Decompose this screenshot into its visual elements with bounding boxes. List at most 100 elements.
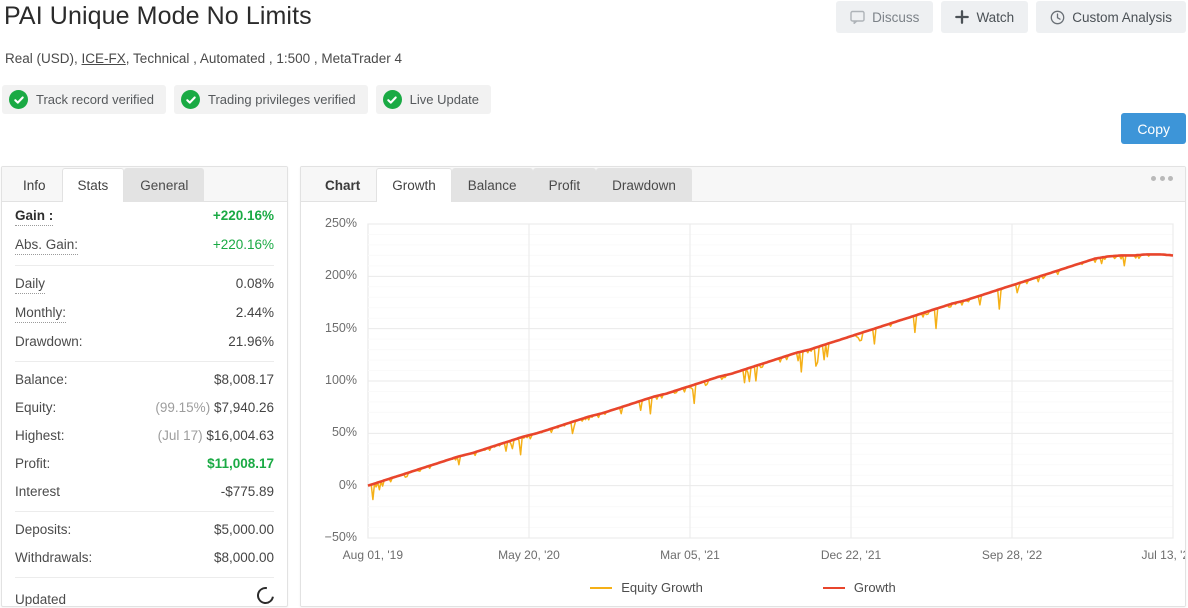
divider [15, 511, 274, 512]
divider [15, 577, 274, 578]
stat-label: Abs. Gain: [15, 236, 79, 255]
plus-icon [955, 10, 970, 24]
y-axis-tick-label: 150% [325, 320, 357, 335]
profile-page: PAI Unique Mode No Limits Real (USD), IC… [0, 0, 1188, 608]
stat-row: Profit: $11,008.17 [15, 450, 274, 478]
watch-label: Watch [976, 9, 1015, 25]
y-axis-tick-label: 100% [325, 373, 357, 387]
chart-section-label: Chart [325, 178, 361, 193]
speech-bubble-icon [850, 10, 865, 24]
x-axis-tick-label: Sep 28, '22 [981, 548, 1043, 562]
x-axis-tick-label: Mar 05, '21 [660, 548, 720, 562]
stat-value-prefix: (Jul 17) [157, 428, 207, 443]
custom-analysis-button[interactable]: Custom Analysis [1036, 1, 1186, 33]
tab-stats[interactable]: Stats [61, 168, 125, 202]
legend-swatch-icon [590, 586, 613, 589]
stat-label: Interest [15, 484, 61, 499]
stat-label: Balance: [15, 372, 68, 387]
verification-badges: Track record verified Trading privileges… [2, 85, 492, 114]
x-axis-tick-label: Jul 13, '23 [1141, 548, 1185, 562]
tab-drawdown[interactable]: Drawdown [596, 168, 692, 202]
legend-item[interactable]: Growth [822, 580, 896, 595]
tab-profit[interactable]: Profit [532, 168, 597, 202]
legend-swatch-icon [822, 586, 845, 589]
tab-info[interactable]: Info [7, 168, 62, 202]
stat-row: Equity: (99.15%) $7,940.26 [15, 394, 274, 422]
stat-label: Withdrawals: [15, 550, 93, 565]
y-axis-tick-label: 0% [338, 477, 357, 492]
copy-button[interactable]: Copy [1121, 113, 1186, 144]
stat-value: +220.16% [212, 237, 274, 252]
account-meta-line: Real (USD), ICE-FX, Technical , Automate… [5, 51, 402, 66]
stat-label: Equity: [15, 400, 57, 415]
badge-live-update: Live Update [375, 85, 492, 114]
chart-panel: Chart Growth Balance Profit Drawdown Equ… [300, 166, 1186, 607]
stat-label: Monthly: [15, 304, 67, 323]
chart-tabs: Chart Growth Balance Profit Drawdown [301, 167, 1185, 202]
badge-label: Trading privileges verified [208, 92, 356, 107]
stat-label: Daily [15, 275, 46, 294]
stat-value: 21.96% [228, 334, 274, 349]
tab-general[interactable]: General [124, 168, 205, 202]
badge-track-record: Track record verified [2, 85, 166, 114]
chart-canvas [367, 223, 1174, 539]
y-axis-tick-label: −50% [324, 530, 357, 544]
stat-value: 2.44% [235, 305, 274, 320]
check-circle-icon [9, 90, 28, 109]
y-axis-tick-label: 250% [325, 216, 357, 230]
clock-icon [1050, 10, 1065, 25]
y-axis-tick-label: 50% [331, 425, 357, 440]
badge-trading-privileges: Trading privileges verified [174, 85, 368, 114]
legend-label: Equity Growth [621, 580, 703, 595]
refresh-spinner-icon [253, 583, 278, 606]
custom-analysis-label: Custom Analysis [1072, 9, 1172, 25]
stat-label: Profit: [15, 456, 51, 471]
stat-label: Drawdown: [15, 334, 83, 349]
legend-item[interactable]: Equity Growth [590, 580, 703, 595]
divider [15, 265, 274, 266]
stat-value: +220.16% [212, 208, 274, 223]
stats-panel: Info Stats General Gain : +220.16% Abs. Ga… [1, 166, 288, 607]
stat-value: $8,008.17 [213, 372, 274, 387]
stat-row: Interest -$775.89 [15, 478, 274, 506]
page-header: PAI Unique Mode No Limits Real (USD), IC… [0, 0, 1188, 150]
stat-row: Abs. Gain: +220.16% [15, 231, 274, 260]
growth-chart: Equity Growth Growth 250% 200% 150% 100% 50% 0… [301, 202, 1185, 606]
account-type: Real (USD), [5, 51, 78, 66]
stats-tabs: Info Stats General [2, 167, 287, 202]
page-title: PAI Unique Mode No Limits [4, 2, 312, 30]
watch-button[interactable]: Watch [941, 1, 1029, 33]
chart-legend: Equity Growth Growth [301, 580, 1185, 595]
stat-row: Balance: $8,008.17 [15, 366, 274, 394]
check-circle-icon [181, 90, 200, 109]
account-meta-rest: , Technical , Automated , 1:500 , MetaTr… [125, 51, 402, 66]
more-options-icon[interactable] [1151, 176, 1173, 181]
stat-value: (99.15%) $7,940.26 [155, 400, 274, 415]
stat-label: Deposits: [15, 522, 72, 537]
tab-balance[interactable]: Balance [451, 168, 533, 202]
broker-link[interactable]: ICE-FX [82, 51, 126, 66]
stat-value: $5,000.00 [213, 522, 274, 537]
tab-growth[interactable]: Growth [376, 168, 452, 202]
discuss-button[interactable]: Discuss [836, 1, 934, 33]
stat-value: -$775.89 [220, 484, 274, 499]
stat-row: Daily 0.08% [15, 270, 274, 299]
stat-row: Updated [15, 582, 278, 606]
header-actions: Discuss Watch Custom Analysis [836, 1, 1186, 33]
stat-value-prefix: (99.15%) [155, 400, 214, 415]
stat-label: Highest: [15, 428, 65, 443]
x-axis-tick-label: Dec 22, '21 [820, 548, 882, 562]
discuss-label: Discuss [872, 9, 920, 25]
stat-row: Drawdown: 21.96% [15, 328, 274, 356]
check-circle-icon [382, 90, 402, 109]
stat-value: $8,000.00 [213, 550, 274, 565]
stats-list: Gain : +220.16% Abs. Gain: +220.16% Daily 0.0… [2, 202, 287, 606]
stat-value: $11,008.17 [207, 456, 274, 471]
stat-row: Monthly: 2.44% [15, 299, 274, 328]
stat-label: Gain : [15, 207, 54, 226]
stat-row: Highest: (Jul 17) $16,004.63 [15, 422, 274, 450]
stat-row: Gain : +220.16% [15, 202, 274, 231]
stat-value [253, 583, 278, 606]
stat-row: Withdrawals: $8,000.00 [15, 544, 274, 572]
badge-label: Live Update [409, 92, 480, 107]
